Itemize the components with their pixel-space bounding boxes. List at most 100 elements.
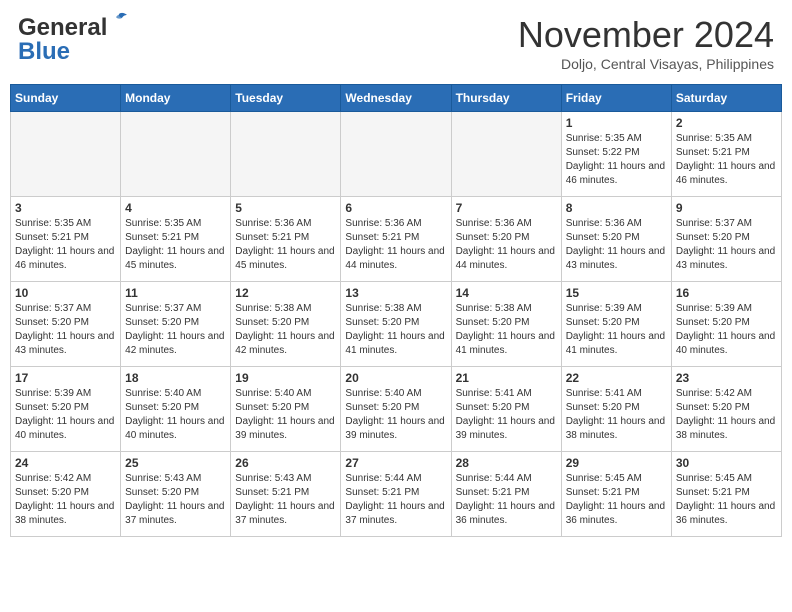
day-number: 16 — [676, 286, 777, 300]
calendar-cell — [451, 112, 561, 197]
day-info: Sunrise: 5:35 AM Sunset: 5:21 PM Dayligh… — [125, 217, 226, 273]
day-number: 12 — [235, 286, 336, 300]
calendar-cell: 13Sunrise: 5:38 AM Sunset: 5:20 PM Dayli… — [341, 282, 451, 367]
day-info: Sunrise: 5:39 AM Sunset: 5:20 PM Dayligh… — [15, 387, 116, 443]
day-info: Sunrise: 5:35 AM Sunset: 5:21 PM Dayligh… — [15, 217, 116, 273]
day-number: 5 — [235, 201, 336, 215]
day-number: 18 — [125, 371, 226, 385]
day-number: 15 — [566, 286, 667, 300]
calendar-cell: 26Sunrise: 5:43 AM Sunset: 5:21 PM Dayli… — [231, 452, 341, 537]
calendar-week-4: 24 Sunrise: 5:42 AM Sunset: 5:20 PM Dayli… — [11, 452, 782, 537]
calendar-cell: 16 Sunrise: 5:39 AM Sunset: 5:20 PM Dayli… — [671, 282, 781, 367]
calendar-cell: 5 Sunrise: 5:36 AM Sunset: 5:21 PM Daylig… — [231, 197, 341, 282]
page-header: General Blue November 2024 Doljo, Centra… — [10, 10, 782, 76]
day-number: 14 — [456, 286, 557, 300]
calendar-cell: 25Sunrise: 5:43 AM Sunset: 5:20 PM Dayli… — [121, 452, 231, 537]
calendar-table: SundayMondayTuesdayWednesdayThursdayFrid… — [10, 84, 782, 537]
calendar-cell: 28 Sunrise: 5:44 AM Sunset: 5:21 PM Dayli… — [451, 452, 561, 537]
day-number: 2 — [676, 116, 777, 130]
calendar-cell: 22 Sunrise: 5:41 AM Sunset: 5:20 PM Dayli… — [561, 367, 671, 452]
day-info: Sunrise: 5:40 AM Sunset: 5:20 PM Dayligh… — [345, 387, 446, 443]
day-info: Sunrise: 5:36 AM Sunset: 5:20 PM Dayligh… — [456, 217, 557, 273]
calendar-week-0: 1Sunrise: 5:35 AM Sunset: 5:22 PM Daylig… — [11, 112, 782, 197]
calendar-header-row: SundayMondayTuesdayWednesdayThursdayFrid… — [11, 85, 782, 112]
calendar-week-1: 3 Sunrise: 5:35 AM Sunset: 5:21 PM Daylig… — [11, 197, 782, 282]
calendar-cell: 14 Sunrise: 5:38 AM Sunset: 5:20 PM Dayli… — [451, 282, 561, 367]
day-info: Sunrise: 5:37 AM Sunset: 5:20 PM Dayligh… — [15, 302, 116, 358]
day-number: 6 — [345, 201, 446, 215]
calendar-week-2: 10 Sunrise: 5:37 AM Sunset: 5:20 PM Dayli… — [11, 282, 782, 367]
day-info: Sunrise: 5:43 AM Sunset: 5:21 PM Dayligh… — [235, 472, 336, 528]
logo-blue: Blue — [18, 38, 70, 66]
calendar-cell — [11, 112, 121, 197]
calendar-cell: 8Sunrise: 5:36 AM Sunset: 5:20 PM Daylig… — [561, 197, 671, 282]
day-info: Sunrise: 5:45 AM Sunset: 5:21 PM Dayligh… — [676, 472, 777, 528]
calendar-week-3: 17 Sunrise: 5:39 AM Sunset: 5:20 PM Dayli… — [11, 367, 782, 452]
weekday-header-friday: Friday — [561, 85, 671, 112]
day-number: 23 — [676, 371, 777, 385]
day-number: 3 — [15, 201, 116, 215]
day-number: 24 — [15, 456, 116, 470]
day-info: Sunrise: 5:39 AM Sunset: 5:20 PM Dayligh… — [566, 302, 667, 358]
calendar-cell: 24 Sunrise: 5:42 AM Sunset: 5:20 PM Dayli… — [11, 452, 121, 537]
calendar-cell: 19 Sunrise: 5:40 AM Sunset: 5:20 PM Dayli… — [231, 367, 341, 452]
calendar-body: 1Sunrise: 5:35 AM Sunset: 5:22 PM Daylig… — [11, 112, 782, 537]
day-number: 29 — [566, 456, 667, 470]
calendar-cell: 1Sunrise: 5:35 AM Sunset: 5:22 PM Daylig… — [561, 112, 671, 197]
calendar-cell — [121, 112, 231, 197]
calendar-cell: 9 Sunrise: 5:37 AM Sunset: 5:20 PM Daylig… — [671, 197, 781, 282]
day-number: 9 — [676, 201, 777, 215]
location: Doljo, Central Visayas, Philippines — [518, 56, 774, 72]
day-info: Sunrise: 5:39 AM Sunset: 5:20 PM Dayligh… — [676, 302, 777, 358]
day-number: 7 — [456, 201, 557, 215]
day-info: Sunrise: 5:40 AM Sunset: 5:20 PM Dayligh… — [125, 387, 226, 443]
calendar-cell: 18 Sunrise: 5:40 AM Sunset: 5:20 PM Dayli… — [121, 367, 231, 452]
calendar-cell: 29 Sunrise: 5:45 AM Sunset: 5:21 PM Dayli… — [561, 452, 671, 537]
calendar-cell: 17 Sunrise: 5:39 AM Sunset: 5:20 PM Dayli… — [11, 367, 121, 452]
day-number: 1 — [566, 116, 667, 130]
day-info: Sunrise: 5:36 AM Sunset: 5:20 PM Dayligh… — [566, 217, 667, 273]
day-info: Sunrise: 5:36 AM Sunset: 5:21 PM Dayligh… — [235, 217, 336, 273]
day-info: Sunrise: 5:45 AM Sunset: 5:21 PM Dayligh… — [566, 472, 667, 528]
day-number: 19 — [235, 371, 336, 385]
day-info: Sunrise: 5:40 AM Sunset: 5:20 PM Dayligh… — [235, 387, 336, 443]
day-info: Sunrise: 5:42 AM Sunset: 5:20 PM Dayligh… — [676, 387, 777, 443]
day-info: Sunrise: 5:42 AM Sunset: 5:20 PM Dayligh… — [15, 472, 116, 528]
day-info: Sunrise: 5:37 AM Sunset: 5:20 PM Dayligh… — [125, 302, 226, 358]
weekday-header-sunday: Sunday — [11, 85, 121, 112]
calendar-cell: 12Sunrise: 5:38 AM Sunset: 5:20 PM Dayli… — [231, 282, 341, 367]
calendar-cell: 15 Sunrise: 5:39 AM Sunset: 5:20 PM Dayli… — [561, 282, 671, 367]
logo-bird-icon — [107, 10, 129, 32]
day-number: 10 — [15, 286, 116, 300]
day-number: 22 — [566, 371, 667, 385]
calendar-cell: 2 Sunrise: 5:35 AM Sunset: 5:21 PM Daylig… — [671, 112, 781, 197]
title-section: November 2024 Doljo, Central Visayas, Ph… — [518, 14, 774, 72]
calendar-cell: 21Sunrise: 5:41 AM Sunset: 5:20 PM Dayli… — [451, 367, 561, 452]
calendar-cell: 3 Sunrise: 5:35 AM Sunset: 5:21 PM Daylig… — [11, 197, 121, 282]
day-number: 11 — [125, 286, 226, 300]
weekday-header-thursday: Thursday — [451, 85, 561, 112]
day-info: Sunrise: 5:41 AM Sunset: 5:20 PM Dayligh… — [566, 387, 667, 443]
day-info: Sunrise: 5:35 AM Sunset: 5:21 PM Dayligh… — [676, 132, 777, 188]
calendar-cell: 23 Sunrise: 5:42 AM Sunset: 5:20 PM Dayli… — [671, 367, 781, 452]
day-info: Sunrise: 5:38 AM Sunset: 5:20 PM Dayligh… — [345, 302, 446, 358]
day-number: 4 — [125, 201, 226, 215]
day-number: 28 — [456, 456, 557, 470]
day-number: 20 — [345, 371, 446, 385]
day-info: Sunrise: 5:37 AM Sunset: 5:20 PM Dayligh… — [676, 217, 777, 273]
day-info: Sunrise: 5:44 AM Sunset: 5:21 PM Dayligh… — [345, 472, 446, 528]
calendar-cell: 30 Sunrise: 5:45 AM Sunset: 5:21 PM Dayli… — [671, 452, 781, 537]
calendar-cell: 27 Sunrise: 5:44 AM Sunset: 5:21 PM Dayli… — [341, 452, 451, 537]
day-info: Sunrise: 5:36 AM Sunset: 5:21 PM Dayligh… — [345, 217, 446, 273]
day-info: Sunrise: 5:38 AM Sunset: 5:20 PM Dayligh… — [456, 302, 557, 358]
day-number: 27 — [345, 456, 446, 470]
day-info: Sunrise: 5:44 AM Sunset: 5:21 PM Dayligh… — [456, 472, 557, 528]
weekday-header-saturday: Saturday — [671, 85, 781, 112]
day-number: 17 — [15, 371, 116, 385]
calendar-cell: 7 Sunrise: 5:36 AM Sunset: 5:20 PM Daylig… — [451, 197, 561, 282]
logo: General Blue — [18, 14, 107, 66]
weekday-header-tuesday: Tuesday — [231, 85, 341, 112]
weekday-header-wednesday: Wednesday — [341, 85, 451, 112]
day-number: 30 — [676, 456, 777, 470]
calendar-cell: 6 Sunrise: 5:36 AM Sunset: 5:21 PM Daylig… — [341, 197, 451, 282]
